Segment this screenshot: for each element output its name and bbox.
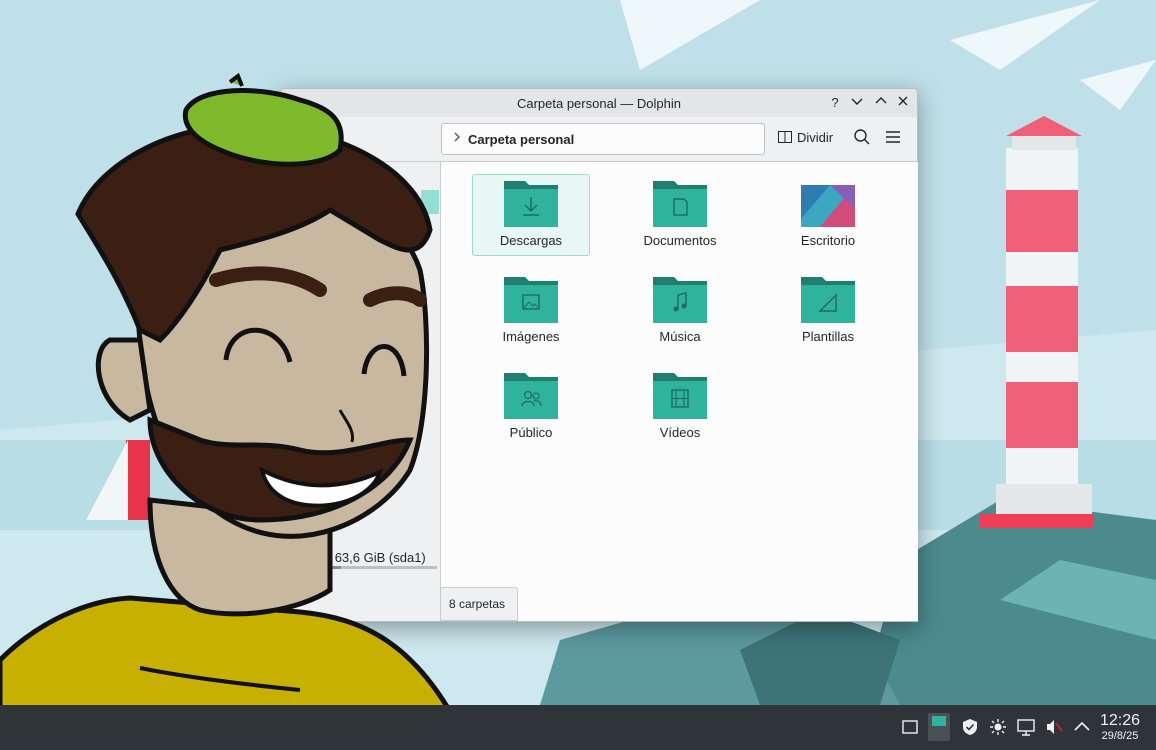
- desktop-folder-icon: [801, 185, 855, 227]
- folder-item[interactable]: Música: [621, 270, 739, 352]
- split-button[interactable]: Dividir: [777, 129, 833, 145]
- search-button[interactable]: [853, 128, 871, 151]
- breadcrumb[interactable]: Carpeta personal: [468, 132, 574, 147]
- volume-muted-icon: [1047, 720, 1063, 734]
- folder-label: Imágenes: [502, 329, 560, 344]
- volume-tray-button[interactable]: [1044, 717, 1064, 737]
- network-tray-button[interactable]: [1016, 717, 1036, 737]
- clock-time: 12:26: [1099, 712, 1141, 729]
- brightness-tray-button[interactable]: [988, 717, 1008, 737]
- videos-folder-icon: [653, 373, 707, 419]
- maximize-button[interactable]: [871, 93, 891, 113]
- music-folder-icon: [653, 277, 707, 323]
- network-wired-icon: [1017, 719, 1035, 736]
- clock-date: 29/8/25: [1101, 730, 1139, 742]
- folder-item[interactable]: Descargas: [472, 174, 590, 256]
- show-hidden-icons-button[interactable]: [1072, 717, 1092, 737]
- public-folder-icon: [504, 373, 558, 419]
- folder-item[interactable]: Imágenes: [472, 270, 590, 352]
- folder-item[interactable]: Vídeos: [621, 366, 739, 448]
- hamburger-menu-button[interactable]: [885, 129, 901, 150]
- templates-folder-icon: [801, 277, 855, 323]
- close-button[interactable]: [893, 93, 913, 113]
- folder-item[interactable]: Plantillas: [769, 270, 887, 352]
- brightness-icon: [990, 719, 1006, 735]
- chevron-down-icon: [851, 98, 863, 105]
- folder-label: Descargas: [499, 233, 563, 248]
- folder-item[interactable]: Público: [472, 366, 590, 448]
- shield-check-icon: [963, 719, 977, 735]
- documents-folder-icon: [653, 181, 707, 227]
- window-icon: [902, 720, 918, 734]
- digital-clock[interactable]: 12:26 29/8/25: [1092, 712, 1148, 742]
- help-button[interactable]: ?: [825, 93, 845, 113]
- folder-label: Escritorio: [800, 233, 856, 248]
- location-bar[interactable]: Carpeta personal: [441, 123, 765, 155]
- close-icon: [898, 96, 908, 106]
- cartoon-avatar-illustration: [0, 72, 473, 750]
- folder-label: Documentos: [643, 233, 717, 248]
- split-label: Dividir: [797, 130, 834, 145]
- split-view-icon: [778, 131, 792, 143]
- show-desktop-button[interactable]: [900, 717, 920, 737]
- security-tray-button[interactable]: [960, 717, 980, 737]
- file-view: Descargas Documentos Escritorio Imágenes: [440, 162, 918, 621]
- folder-item[interactable]: Escritorio: [769, 174, 887, 256]
- taskbar: 12:26 29/8/25: [0, 705, 1156, 750]
- chevron-up-icon: [875, 97, 887, 104]
- search-icon: [854, 129, 870, 145]
- folder-item[interactable]: Documentos: [621, 174, 739, 256]
- minimize-button[interactable]: [847, 93, 867, 113]
- folder-label: Música: [659, 329, 701, 344]
- menu-icon: [886, 131, 900, 143]
- folder-label: Plantillas: [801, 329, 855, 344]
- pager-desktop-1[interactable]: [928, 713, 950, 741]
- pictures-folder-icon: [504, 277, 558, 323]
- folder-label: Vídeos: [659, 425, 701, 440]
- download-folder-icon: [504, 181, 558, 227]
- desktop-pager-icon: [932, 716, 946, 726]
- chevron-up-icon: [1074, 721, 1090, 731]
- folder-label: Público: [509, 425, 553, 440]
